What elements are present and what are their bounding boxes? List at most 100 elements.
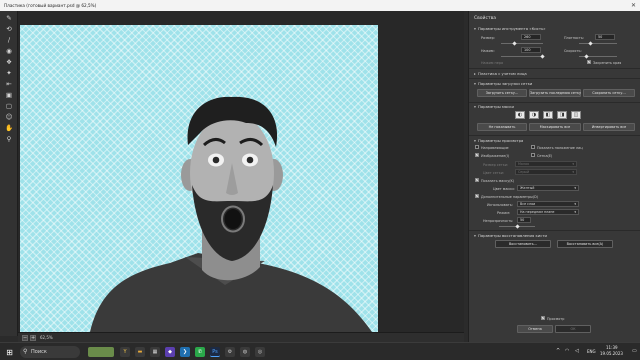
show-backdrop-checkbox[interactable]: ✓ (475, 194, 479, 198)
stylus-pressure-label: Нажим пера (481, 61, 504, 65)
brush-options-section[interactable]: ▾ Параметры инструмента «Кисть» (474, 26, 546, 31)
clock-time[interactable]: 11:39 (606, 345, 618, 350)
thaw-mask-icon[interactable]: ▢ (4, 102, 14, 111)
mask-none-button[interactable]: Не показывать (477, 123, 527, 131)
rate-slider-knob[interactable] (584, 54, 589, 59)
load-last-mesh-button[interactable]: Загрузить последнюю сетку (529, 89, 581, 97)
add-to-selection-icon[interactable]: ◑ (529, 111, 539, 119)
divider (469, 102, 640, 103)
preview-area (18, 11, 464, 332)
view-options-section[interactable]: ▾ Параметры просмотра (474, 138, 523, 143)
zoom-icon[interactable]: ⚲ (4, 135, 14, 144)
widget-image-icon[interactable] (88, 347, 114, 357)
density-slider-knob[interactable] (588, 41, 593, 46)
density-field[interactable]: 50 (595, 34, 615, 40)
pressure-slider[interactable] (501, 56, 543, 57)
mask-all-button[interactable]: Маскировать все (529, 123, 581, 131)
language-indicator[interactable]: ENG (587, 349, 596, 354)
pressure-slider-knob[interactable] (540, 54, 545, 59)
mesh-color-label: Цвет сетки: (483, 171, 505, 175)
twirl-icon[interactable]: ◉ (4, 47, 14, 56)
backdrop-use-label: Использовать: (487, 203, 513, 207)
load-mesh-button[interactable]: Загрузить сетку… (477, 89, 527, 97)
whatsapp-icon[interactable]: ✆ (195, 347, 205, 357)
save-mesh-button[interactable]: Сохранить сетку… (583, 89, 635, 97)
bloat-icon[interactable]: ✦ (4, 69, 14, 78)
tray-chevron-icon[interactable]: ^ (556, 348, 560, 354)
zoom-level[interactable]: 62,5% (40, 335, 53, 340)
restore-all-button[interactable]: Восстановить все(A) (557, 240, 613, 248)
reconstruct-icon[interactable]: ⟲ (4, 25, 14, 34)
file-explorer-icon[interactable]: ▬ (135, 347, 145, 357)
invert-selection-icon[interactable]: ◫ (571, 111, 581, 119)
face-overlay-checkbox[interactable] (531, 145, 535, 149)
volume-icon[interactable]: ◁ (575, 348, 579, 354)
face-aware-section[interactable]: ▸ Пластика с учетом лица (474, 71, 527, 76)
mesh-checkbox[interactable] (531, 153, 535, 157)
push-left-icon[interactable]: ⇤ (4, 80, 14, 89)
backdrop-use-dropdown[interactable]: Все слои ▾ (517, 201, 579, 207)
invert-all-button[interactable]: Инвертировать все (583, 123, 635, 131)
density-slider[interactable] (579, 43, 617, 44)
properties-panel: Свойства ▾ Параметры инструмента «Кисть» … (468, 11, 640, 342)
smooth-icon[interactable]: ∕ (4, 36, 14, 45)
guides-checkbox[interactable] (475, 145, 479, 149)
cancel-button[interactable]: Отмена (517, 325, 553, 333)
windows-start-icon[interactable]: ⊞ (5, 348, 14, 357)
freeze-mask-icon[interactable]: ▣ (4, 91, 14, 100)
show-mask-checkbox[interactable]: ✓ (475, 178, 479, 182)
photoshop-icon[interactable]: Ps (210, 347, 220, 357)
size-slider-knob[interactable] (512, 41, 517, 46)
image-canvas[interactable] (20, 25, 378, 332)
network-icon[interactable]: ◠ (565, 348, 569, 354)
size-field[interactable]: 260 (521, 34, 541, 40)
preview-checkbox[interactable]: ✓ (541, 316, 545, 320)
zoom-out-button[interactable]: − (22, 335, 28, 341)
size-slider[interactable] (501, 43, 543, 44)
face-tool-icon[interactable]: ☺ (4, 113, 14, 122)
backdrop-mode-label: Режим: (497, 211, 511, 215)
pin-edges-checkbox[interactable]: ✓ (587, 60, 591, 64)
intersect-selection-icon[interactable]: ◨ (557, 111, 567, 119)
mask-color-dropdown[interactable]: Желтый ▾ (517, 185, 579, 191)
backdrop-opacity-field[interactable]: 50 (517, 217, 531, 223)
taskbar-search[interactable]: ⚲ Поиск (20, 346, 80, 358)
visual-studio-icon[interactable]: ◆ (165, 347, 175, 357)
clock-date[interactable]: 19.05.2023 (600, 351, 623, 356)
task-view-icon[interactable]: ▦ (150, 347, 160, 357)
guides-label: Направляющие (481, 146, 509, 150)
hand-icon[interactable]: ✋ (4, 124, 14, 133)
vscode-icon[interactable]: ❯ (180, 347, 190, 357)
window-title: Пластика (готовый вариант.psd @ 62,5%) (4, 3, 97, 8)
show-mask-label: Показать маску(K) (481, 179, 515, 183)
title-bar: Пластика (готовый вариант.psd @ 62,5%) ✕ (0, 0, 640, 11)
zoom-in-button[interactable]: + (30, 335, 36, 341)
browser-icon[interactable]: Y (120, 347, 130, 357)
divider (469, 68, 640, 69)
chevron-down-icon: ▾ (574, 202, 576, 206)
size-label: Размер: (481, 36, 495, 40)
steam-icon[interactable]: ⚙ (225, 347, 235, 357)
pressure-label: Нажим: (481, 49, 495, 53)
reconstruct-button[interactable]: Восстановить… (495, 240, 551, 248)
subtract-selection-icon[interactable]: ◧ (543, 111, 553, 119)
close-icon[interactable]: ✕ (630, 2, 637, 9)
app-icon[interactable]: ◍ (240, 347, 250, 357)
mask-options-section[interactable]: ▾ Параметры маски (474, 104, 514, 109)
reconstruct-options-section[interactable]: ▾ Параметры восстановления кисти (474, 233, 547, 238)
backdrop-mode-dropdown[interactable]: На передним плане ▾ (517, 209, 579, 215)
backdrop-opacity-label: Непрозрачность: (483, 219, 514, 223)
notifications-icon[interactable]: ▭ (632, 348, 637, 354)
app-icon[interactable]: ◎ (255, 347, 265, 357)
ok-button[interactable]: ОК (555, 325, 591, 333)
load-mesh-section[interactable]: ▾ Параметры загрузки сетки (474, 81, 532, 86)
mesh-size-dropdown[interactable]: Малая ▾ (515, 161, 577, 167)
mesh-color-dropdown[interactable]: Серый ▾ (515, 169, 577, 175)
density-label: Плотность: (564, 36, 585, 40)
replace-selection-icon[interactable]: ◐ (515, 111, 525, 119)
pressure-field[interactable]: 100 (521, 47, 541, 53)
backdrop-opacity-slider-knob[interactable] (515, 224, 520, 229)
pucker-icon[interactable]: ❖ (4, 58, 14, 67)
warp-icon[interactable]: ✎ (4, 14, 14, 23)
image-checkbox[interactable]: ✓ (475, 153, 479, 157)
